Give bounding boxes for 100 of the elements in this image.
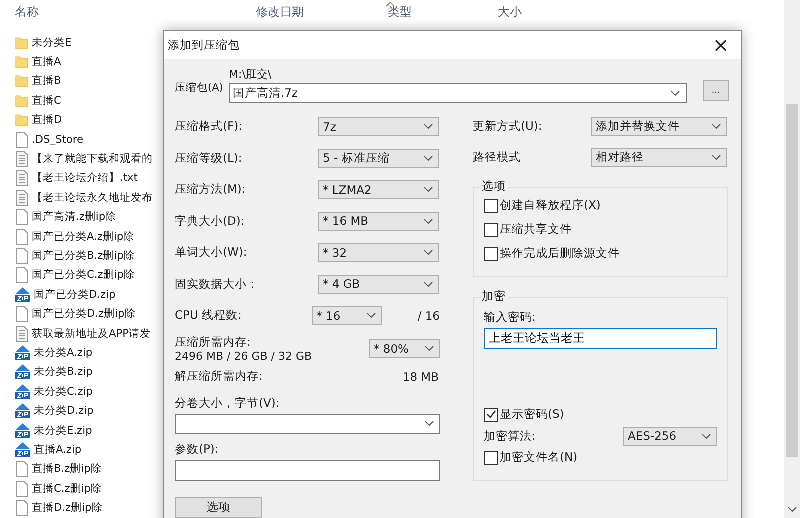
zip-archive-icon: [15, 442, 31, 458]
file-name[interactable]: 国产已分类D.z删ip除: [32, 307, 136, 322]
file-name[interactable]: 【老王论坛介绍】.txt: [32, 171, 138, 186]
cpu-threads-max: / 16: [418, 308, 440, 323]
zip-archive-icon: [15, 403, 31, 420]
archive-name-field[interactable]: 国产高清.7z: [229, 83, 687, 103]
zip-archive-icon: [15, 422, 31, 438]
checkbox-label[interactable]: 压缩共享文件: [500, 222, 572, 237]
setting-label: 固实数据大小：: [175, 276, 260, 292]
update-mode-label: 更新方式(U):: [473, 119, 544, 134]
file-name[interactable]: 国产已分类A.z删ip除: [32, 230, 135, 244]
encryption-method-dropdown[interactable]: AES-256: [623, 426, 717, 446]
checkbox-label[interactable]: 操作完成后删除源文件: [500, 246, 620, 261]
chevron-down-icon: [702, 434, 711, 438]
setting-dropdown[interactable]: * 16 MB: [318, 212, 439, 231]
chevron-down-icon: [424, 250, 433, 256]
chevron-down-icon: [424, 282, 433, 287]
file-icon: [15, 228, 29, 245]
decompress-memory-label: 解压缩所需内存:: [175, 369, 263, 384]
cpu-threads-dropdown[interactable]: * 16: [312, 306, 382, 326]
checkbox-label[interactable]: 显示密码(S): [500, 407, 564, 422]
file-name[interactable]: 直播C: [32, 94, 62, 108]
close-button[interactable]: ×: [701, 31, 741, 59]
file-icon: [15, 248, 29, 264]
checkbox-label[interactable]: 加密文件名(N): [500, 450, 578, 465]
encryption-method-label: 加密算法:: [484, 428, 536, 444]
column-header[interactable]: 名称: [15, 4, 39, 21]
setting-label: 单词大小(W):: [175, 245, 248, 260]
scrollbar-thumb[interactable]: [786, 104, 798, 457]
file-name[interactable]: 国产已分类C.z删ip除: [32, 268, 135, 282]
setting-dropdown[interactable]: * 4 GB: [318, 274, 439, 294]
file-icon: [15, 461, 29, 478]
memory-usage: 2496 MB / 26 GB / 32 GB: [175, 350, 312, 362]
chevron-down-icon: [366, 313, 376, 318]
browse-button[interactable]: ...: [703, 80, 729, 101]
checkbox[interactable]: [484, 198, 498, 212]
text-file-icon: [15, 170, 29, 186]
file-name[interactable]: 直播A: [32, 55, 62, 70]
file-name[interactable]: 未分类B.zip: [34, 365, 93, 380]
column-header[interactable]: 修改日期: [256, 4, 304, 21]
chevron-down-icon: [425, 421, 434, 426]
file-name[interactable]: .DS_Store: [32, 134, 84, 146]
file-name[interactable]: 获取最新地址及APP请发: [32, 326, 152, 341]
zip-archive-icon: [15, 344, 31, 361]
setting-dropdown[interactable]: * 32: [318, 243, 439, 262]
checkbox[interactable]: [484, 246, 498, 260]
checkbox[interactable]: [484, 450, 498, 464]
options-button[interactable]: 选项: [175, 496, 262, 518]
memory-label: 压缩所需内存:: [175, 334, 252, 350]
chevron-down-icon: [425, 346, 434, 351]
parameters-field[interactable]: [175, 460, 440, 480]
volume-size-label: 分卷大小，字节(V):: [175, 396, 281, 412]
chevron-down-icon: [424, 218, 433, 224]
memory-dropdown[interactable]: * 80%: [369, 339, 440, 358]
path-mode-label: 路径模式: [473, 150, 522, 165]
group-title: 加密: [480, 289, 508, 304]
checkbox-label[interactable]: 创建自释放程序(X): [500, 198, 601, 213]
file-name[interactable]: 未分类E.zip: [34, 424, 92, 438]
password-field[interactable]: 上老王论坛当老王: [484, 328, 717, 349]
checkbox[interactable]: [484, 408, 498, 422]
file-name[interactable]: 直播B.z删ip除: [32, 462, 102, 476]
volume-size-dropdown[interactable]: [175, 414, 440, 434]
checkbox[interactable]: [484, 222, 498, 236]
file-name[interactable]: 直播D: [32, 113, 62, 128]
column-header[interactable]: 类型: [388, 4, 412, 21]
setting-dropdown[interactable]: 5 - 标准压缩: [318, 148, 439, 168]
setting-dropdown[interactable]: 7z: [318, 117, 439, 136]
archive-label: 压缩包(A): [175, 81, 223, 95]
file-name[interactable]: 直播D.z删ip除: [32, 501, 103, 516]
file-name[interactable]: 未分类E: [32, 36, 72, 50]
file-name[interactable]: 未分类A.zip: [34, 346, 93, 360]
file-icon: [15, 480, 29, 497]
file-name[interactable]: 直播C.z删ip除: [32, 482, 102, 496]
file-name[interactable]: 未分类C.zip: [34, 384, 93, 399]
column-header[interactable]: 大小: [498, 4, 522, 21]
file-name[interactable]: 直播B: [32, 74, 62, 88]
zip-archive-icon: [15, 364, 31, 380]
path-mode-dropdown[interactable]: 相对路径: [591, 148, 727, 167]
folder-icon: [15, 94, 29, 108]
scrollbar[interactable]: [784, 0, 800, 518]
setting-dropdown[interactable]: * LZMA2: [318, 180, 439, 200]
parameters-label: 参数(P):: [175, 442, 220, 458]
sort-caret-icon: [386, 2, 395, 7]
zip-archive-icon: [15, 384, 31, 400]
file-name[interactable]: 国产高清.z删ip除: [32, 210, 117, 224]
file-name[interactable]: 【老王论坛永久地址发布: [32, 190, 153, 205]
scroll-down-icon[interactable]: [788, 507, 797, 512]
file-name[interactable]: 未分类D.zip: [34, 404, 94, 418]
chevron-down-icon: [671, 90, 680, 96]
file-name[interactable]: 国产已分类D.zip: [34, 288, 116, 302]
file-name[interactable]: 直播A.zip: [34, 442, 82, 457]
chevron-down-icon: [712, 155, 721, 160]
file-name[interactable]: 【来了就能下载和观看的: [32, 152, 153, 166]
update-mode-dropdown[interactable]: 添加并替换文件: [591, 117, 727, 136]
text-file-icon: [15, 151, 29, 168]
file-icon: [15, 306, 29, 322]
file-name[interactable]: 国产已分类B.z删ip除: [32, 248, 135, 263]
chevron-down-icon: [712, 124, 721, 129]
setting-label: 压缩格式(F):: [175, 119, 244, 134]
text-file-icon: [15, 190, 29, 206]
